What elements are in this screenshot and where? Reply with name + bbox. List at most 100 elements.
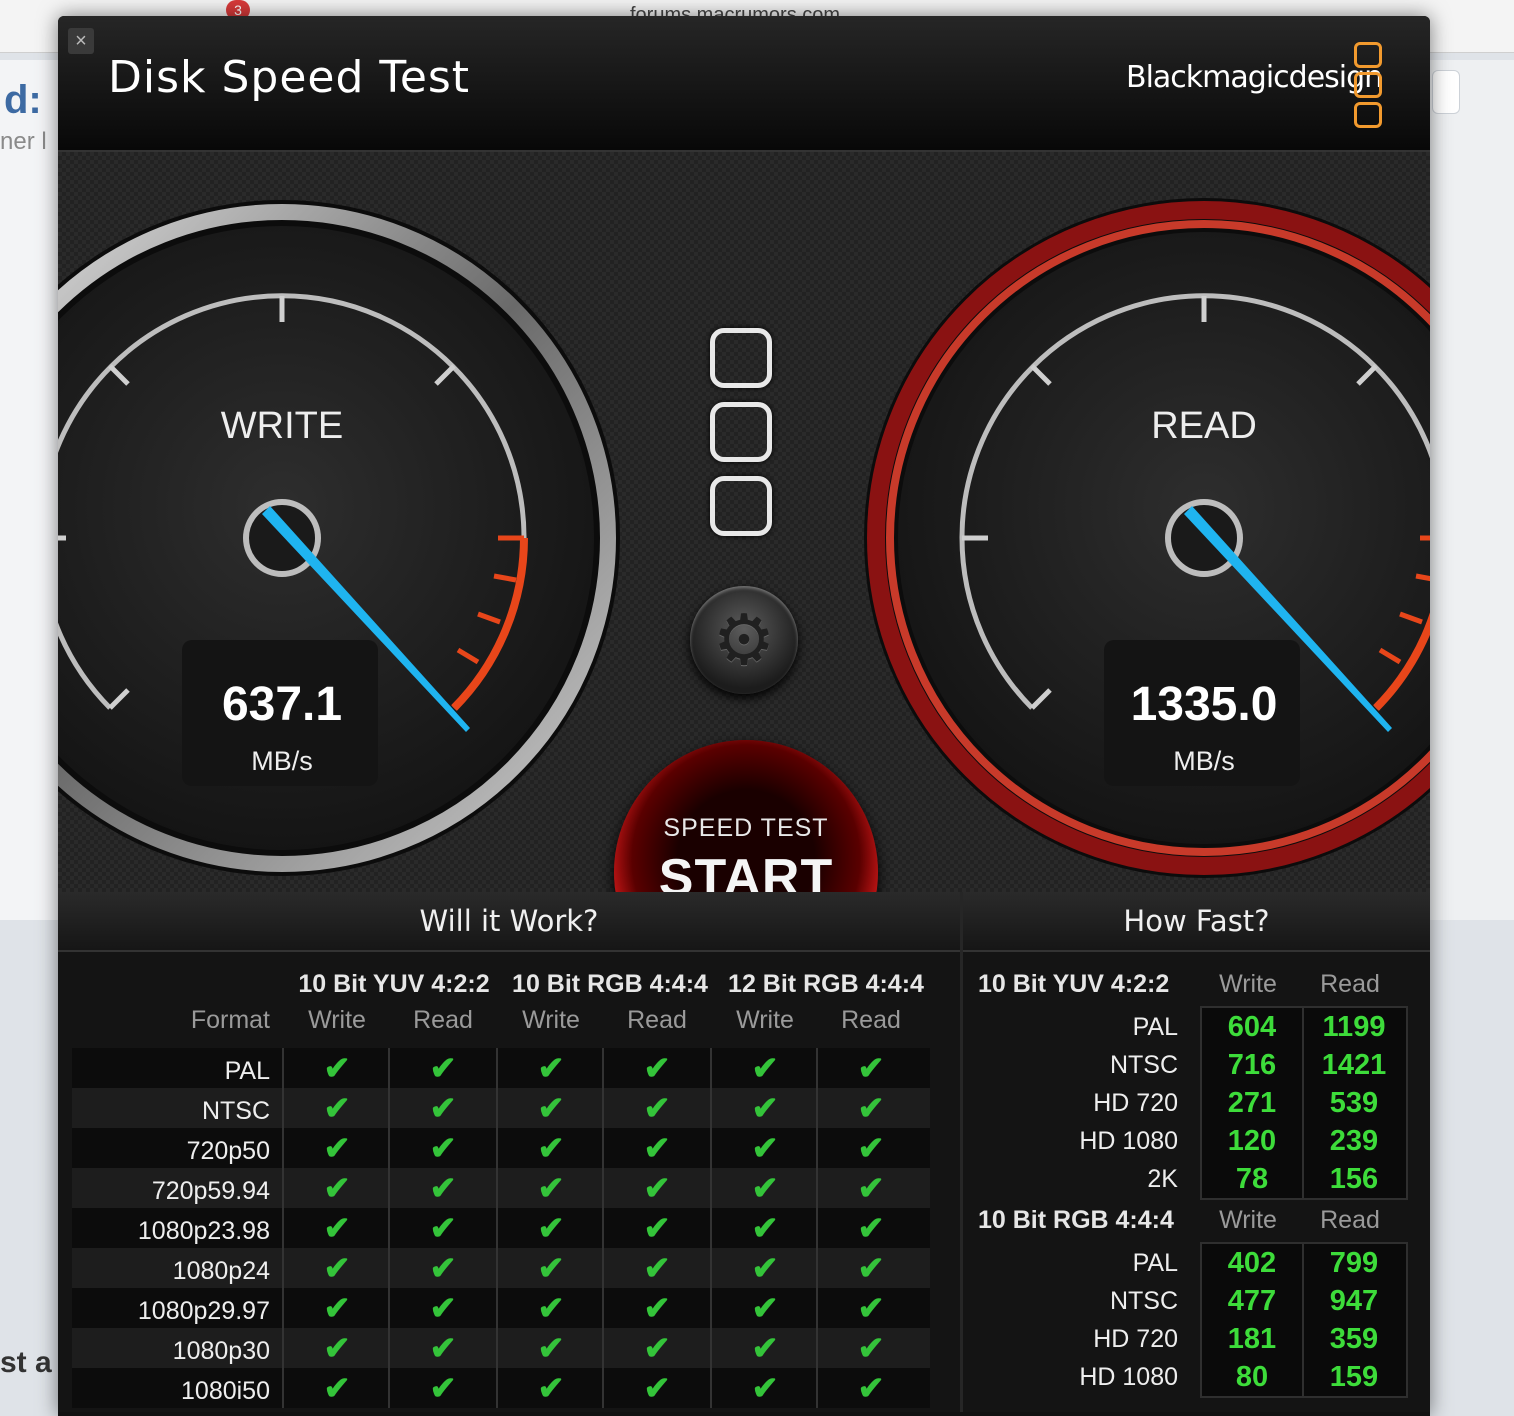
check-icon: ✔ <box>496 1048 604 1088</box>
read-fps-value: 1421 <box>1321 1049 1387 1081</box>
background-page-title: d: <box>4 78 42 122</box>
table-row: PAL ✔ ✔ ✔ ✔ ✔ ✔ <box>72 1048 930 1088</box>
format-label: 1080p24 <box>172 1257 270 1285</box>
check-icon: ✔ <box>602 1168 710 1208</box>
resolution-label: HD 1080 <box>1079 1363 1178 1391</box>
check-icon: ✔ <box>710 1368 818 1408</box>
write-unit: MB/s <box>251 746 313 776</box>
app-title: Disk Speed Test <box>108 52 471 103</box>
format-label: PAL <box>224 1057 270 1085</box>
write-fps-value: 604 <box>1202 1008 1304 1046</box>
write-fps-value: 120 <box>1202 1122 1304 1160</box>
write-column-header: Write <box>1219 970 1277 998</box>
table-row: 1080p24 ✔ ✔ ✔ ✔ ✔ ✔ <box>72 1248 930 1288</box>
speed-values-table: 604 1199 716 1421 271 539 120 239 78 156 <box>1200 1006 1408 1200</box>
resolution-label: HD 1080 <box>1079 1127 1178 1155</box>
column-header: Read <box>841 1006 901 1034</box>
check-icon: ✔ <box>282 1368 390 1408</box>
title-bar: × Disk Speed Test Blackmagicdesign <box>58 16 1430 152</box>
read-fps-value: 1199 <box>1322 1011 1386 1043</box>
close-button[interactable]: × <box>68 28 94 54</box>
write-fps-value: 78 <box>1202 1160 1304 1198</box>
will-it-work-title: Will it Work? <box>58 892 960 952</box>
check-icon: ✔ <box>602 1088 710 1128</box>
check-icon: ✔ <box>710 1288 818 1328</box>
check-icon: ✔ <box>282 1248 390 1288</box>
check-icon: ✔ <box>602 1248 710 1288</box>
check-icon: ✔ <box>710 1248 818 1288</box>
table-row: 1080p30 ✔ ✔ ✔ ✔ ✔ ✔ <box>72 1328 930 1368</box>
check-icon: ✔ <box>602 1288 710 1328</box>
read-column-header: Read <box>1320 970 1380 998</box>
check-icon: ✔ <box>282 1288 390 1328</box>
format-label: 720p59.94 <box>151 1177 270 1205</box>
check-icon: ✔ <box>710 1208 818 1248</box>
read-column-header: Read <box>1320 1206 1380 1234</box>
check-icon: ✔ <box>496 1248 604 1288</box>
check-icon: ✔ <box>496 1088 604 1128</box>
check-icon: ✔ <box>496 1288 604 1328</box>
background-page-right <box>1428 60 1514 920</box>
resolution-label: PAL <box>1132 1013 1178 1041</box>
format-label: 1080p23.98 <box>137 1217 270 1245</box>
column-header: Write <box>308 1006 366 1034</box>
background-page-field <box>1432 70 1460 114</box>
table-row: 181 359 <box>1202 1320 1406 1358</box>
table-row: 604 1199 <box>1202 1008 1406 1046</box>
column-header: Write <box>522 1006 580 1034</box>
table-row: 80 159 <box>1202 1358 1406 1396</box>
check-icon: ✔ <box>602 1368 710 1408</box>
table-row: NTSC ✔ ✔ ✔ ✔ ✔ ✔ <box>72 1088 930 1128</box>
table-row: 477 947 <box>1202 1282 1406 1320</box>
column-header: Read <box>413 1006 473 1034</box>
check-icon: ✔ <box>282 1128 390 1168</box>
check-icon: ✔ <box>710 1328 818 1368</box>
format-group-header: 10 Bit RGB 4:4:4 <box>512 970 708 998</box>
check-icon: ✔ <box>282 1328 390 1368</box>
check-icon: ✔ <box>710 1088 818 1128</box>
blackmagic-logo-icon <box>1354 42 1382 132</box>
check-icon: ✔ <box>710 1048 818 1088</box>
write-fps-value: 181 <box>1202 1320 1304 1358</box>
read-fps-value: 539 <box>1329 1087 1379 1119</box>
check-icon: ✔ <box>710 1128 818 1168</box>
check-icon: ✔ <box>602 1048 710 1088</box>
check-icon: ✔ <box>388 1288 496 1328</box>
check-icon: ✔ <box>816 1088 924 1128</box>
how-fast-title: How Fast? <box>963 892 1430 952</box>
read-value: 1335.0 <box>1131 678 1278 731</box>
read-fps-value: 947 <box>1329 1285 1379 1317</box>
check-icon: ✔ <box>710 1168 818 1208</box>
table-row: 716 1421 <box>1202 1046 1406 1084</box>
read-fps-value: 156 <box>1329 1163 1379 1195</box>
check-icon: ✔ <box>816 1128 924 1168</box>
resolution-group-header: 10 Bit YUV 4:2:2 <box>978 970 1170 998</box>
resolution-label: 2K <box>1147 1165 1178 1193</box>
gauges: WRITE 637.1 MB/s READ 1335.0 MB/s <box>58 198 1430 878</box>
section-divider <box>960 892 963 1412</box>
write-column-header: Write <box>1219 1206 1277 1234</box>
table-row: 720p59.94 ✔ ✔ ✔ ✔ ✔ ✔ <box>72 1168 930 1208</box>
check-icon: ✔ <box>816 1288 924 1328</box>
check-icon: ✔ <box>816 1168 924 1208</box>
resolution-label: HD 720 <box>1093 1325 1178 1353</box>
resolution-label: PAL <box>1132 1249 1178 1277</box>
check-icon: ✔ <box>388 1088 496 1128</box>
table-row: 720p50 ✔ ✔ ✔ ✔ ✔ ✔ <box>72 1128 930 1168</box>
format-group-header: 10 Bit YUV 4:2:2 <box>298 970 490 998</box>
write-fps-value: 402 <box>1202 1244 1304 1282</box>
write-fps-value: 271 <box>1202 1084 1304 1122</box>
check-icon: ✔ <box>816 1248 924 1288</box>
read-fps-value: 359 <box>1329 1323 1379 1355</box>
check-icon: ✔ <box>816 1048 924 1088</box>
write-label: WRITE <box>221 405 343 447</box>
resolution-label: NTSC <box>1109 1287 1178 1315</box>
write-fps-value: 716 <box>1202 1046 1304 1084</box>
format-label: 1080i50 <box>181 1377 270 1405</box>
check-icon: ✔ <box>496 1328 604 1368</box>
results-panel: Will it Work? How Fast? Format 10 Bit YU… <box>58 892 1430 1412</box>
read-fps-value: 159 <box>1329 1361 1379 1393</box>
table-row: 120 239 <box>1202 1122 1406 1160</box>
background-page-left <box>0 60 60 920</box>
resolution-group-header: 10 Bit RGB 4:4:4 <box>978 1206 1174 1234</box>
